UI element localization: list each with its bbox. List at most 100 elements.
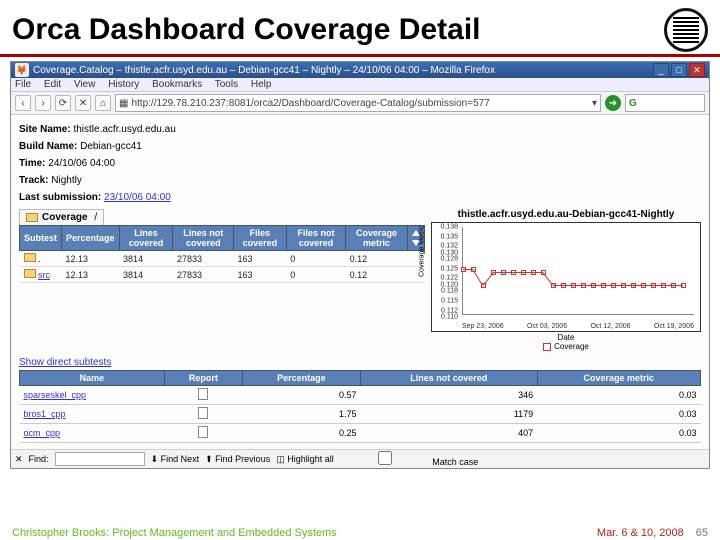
coverage-chart: thistle.acfr.usyd.edu.au-Debian-gcc41-Ni… — [431, 209, 701, 351]
window-close-button[interactable]: ✕ — [689, 63, 705, 77]
label-site-name: Site Name: — [19, 124, 71, 135]
value-time: 24/10/06 04:00 — [48, 158, 115, 169]
orca-logo — [664, 8, 708, 52]
dropdown-icon[interactable]: ▾ — [592, 98, 597, 109]
table-row[interactable]: sparseskel_cpp 0.57 346 0.03 — [20, 386, 701, 405]
url-bar[interactable]: ▦ http://129.78.210.237:8081/orca2/Dashb… — [115, 94, 601, 112]
stop-button[interactable]: ✕ — [75, 95, 91, 111]
home-button[interactable]: ⌂ — [95, 95, 111, 111]
th-subtest[interactable]: Subtest — [20, 226, 62, 251]
show-direct-subtests-link[interactable]: Show direct subtests — [19, 357, 111, 368]
coverage-tab-label: Coverage — [42, 212, 88, 223]
window-titlebar: 🦊 Coverage.Catalog – thistle.acfr.usyd.e… — [11, 62, 709, 78]
reload-button[interactable]: ⟳ — [55, 95, 71, 111]
cell-fc: 163 — [234, 251, 287, 267]
sth-name[interactable]: Name — [20, 371, 165, 386]
cell-name: . — [38, 254, 41, 264]
footer-right: Mar. 6 & 10, 2008 — [597, 527, 684, 539]
findbar-matchcase[interactable]: Match case — [340, 451, 479, 467]
label-last-submission: Last submission: — [19, 192, 101, 203]
coverage-tab[interactable]: Coverage / — [19, 209, 104, 225]
label-time: Time: — [19, 158, 46, 169]
link-last-submission[interactable]: 23/10/06 04:00 — [104, 192, 171, 203]
firefox-icon: 🦊 — [15, 63, 29, 77]
subtest-link[interactable]: bros1_cpp — [24, 409, 66, 419]
cell-fc: 163 — [234, 267, 287, 283]
subtest-link[interactable]: ocm_cpp — [24, 428, 61, 438]
go-button[interactable]: ➜ — [605, 95, 621, 111]
th-files-not-covered[interactable]: Files not covered — [286, 226, 345, 251]
table-row[interactable]: bros1_cpp 1.75 1179 0.03 — [20, 405, 701, 424]
forward-button[interactable]: › — [35, 95, 51, 111]
cell-lnc: 27833 — [173, 267, 234, 283]
folder-icon — [24, 253, 36, 262]
th-percentage[interactable]: Percentage — [62, 226, 120, 251]
title-underline — [0, 54, 720, 57]
browser-toolbar: ‹ › ⟳ ✕ ⌂ ▦ http://129.78.210.237:8081/o… — [11, 91, 709, 115]
chart-legend: Coverage — [431, 342, 701, 351]
table-row[interactable]: ocm_cpp 0.25 407 0.03 — [20, 424, 701, 443]
window-maximize-button[interactable]: □ — [671, 63, 687, 77]
cell-lnc: 346 — [360, 386, 537, 405]
cell-name-link[interactable]: src — [38, 270, 50, 280]
cell-lc: 3814 — [119, 267, 173, 283]
back-button[interactable]: ‹ — [15, 95, 31, 111]
menu-history[interactable]: History — [108, 79, 139, 90]
browser-window: 🦊 Coverage.Catalog – thistle.acfr.usyd.e… — [10, 61, 710, 469]
footer-left: Christopher Brooks: Project Management a… — [12, 527, 337, 539]
report-icon — [198, 388, 208, 400]
page-content: Site Name: thistle.acfr.usyd.edu.au Buil… — [11, 115, 709, 449]
browser-menubar: File Edit View History Bookmarks Tools H… — [11, 78, 709, 91]
cell-pct: 12.13 — [62, 251, 120, 267]
value-site-name: thistle.acfr.usyd.edu.au — [73, 124, 175, 135]
chart-ylabel: Coverage Metric — [419, 226, 426, 277]
window-minimize-button[interactable]: _ — [653, 63, 669, 77]
cell-pct: 12.13 — [62, 267, 120, 283]
cell-cm: 0.03 — [537, 424, 700, 443]
cell-lnc: 407 — [360, 424, 537, 443]
search-engine-icon: G — [629, 98, 637, 109]
report-icon-link[interactable] — [198, 392, 208, 402]
find-bar: ✕ Find: ⬇ Find Next ⬆ Find Previous ◫ Hi… — [11, 449, 709, 468]
coverage-table-wrap: Coverage / Subtest Percentage Lines cove… — [19, 209, 425, 351]
table-row[interactable]: src 12.13 3814 27833 163 0 0.12 — [20, 267, 425, 283]
findbar-highlight-button[interactable]: ◫ Highlight all — [276, 454, 334, 465]
folder-icon — [26, 213, 38, 222]
cell-lnc: 1179 — [360, 405, 537, 424]
subtest-link[interactable]: sparseskel_cpp — [24, 390, 87, 400]
findbar-close-button[interactable]: ✕ — [15, 454, 23, 465]
cell-fnc: 0 — [286, 267, 345, 283]
cell-fnc: 0 — [286, 251, 345, 267]
menu-view[interactable]: View — [74, 79, 96, 90]
cell-pct: 0.57 — [242, 386, 360, 405]
chart-xlabel: Date — [431, 333, 701, 342]
menu-tools[interactable]: Tools — [215, 79, 238, 90]
menu-file[interactable]: File — [15, 79, 31, 90]
findbar-input[interactable] — [55, 452, 145, 466]
th-coverage-metric[interactable]: Coverage metric — [346, 226, 408, 251]
findbar-label: Find: — [29, 454, 49, 464]
page-number: 65 — [696, 527, 708, 539]
findbar-prev-button[interactable]: ⬆ Find Previous — [205, 454, 270, 465]
th-lines-not-covered[interactable]: Lines not covered — [173, 226, 234, 251]
menu-help[interactable]: Help — [251, 79, 272, 90]
findbar-next-button[interactable]: ⬇ Find Next — [151, 454, 200, 465]
cell-cm: 0.12 — [346, 267, 408, 283]
report-icon-link[interactable] — [198, 411, 208, 421]
sth-lnc[interactable]: Lines not covered — [360, 371, 537, 386]
menu-edit[interactable]: Edit — [44, 79, 61, 90]
sth-pct[interactable]: Percentage — [242, 371, 360, 386]
menu-bookmarks[interactable]: Bookmarks — [152, 79, 202, 90]
search-box[interactable]: G — [625, 94, 705, 112]
th-lines-covered[interactable]: Lines covered — [119, 226, 173, 251]
report-icon — [198, 407, 208, 419]
site-favicon: ▦ — [119, 98, 128, 109]
table-row[interactable]: . 12.13 3814 27833 163 0 0.12 — [20, 251, 425, 267]
label-build-name: Build Name: — [19, 141, 77, 152]
cell-cm: 0.03 — [537, 405, 700, 424]
cell-pct: 1.75 — [242, 405, 360, 424]
sth-report[interactable]: Report — [164, 371, 242, 386]
sth-cm[interactable]: Coverage metric — [537, 371, 700, 386]
report-icon-link[interactable] — [198, 430, 208, 440]
th-files-covered[interactable]: Files covered — [234, 226, 287, 251]
